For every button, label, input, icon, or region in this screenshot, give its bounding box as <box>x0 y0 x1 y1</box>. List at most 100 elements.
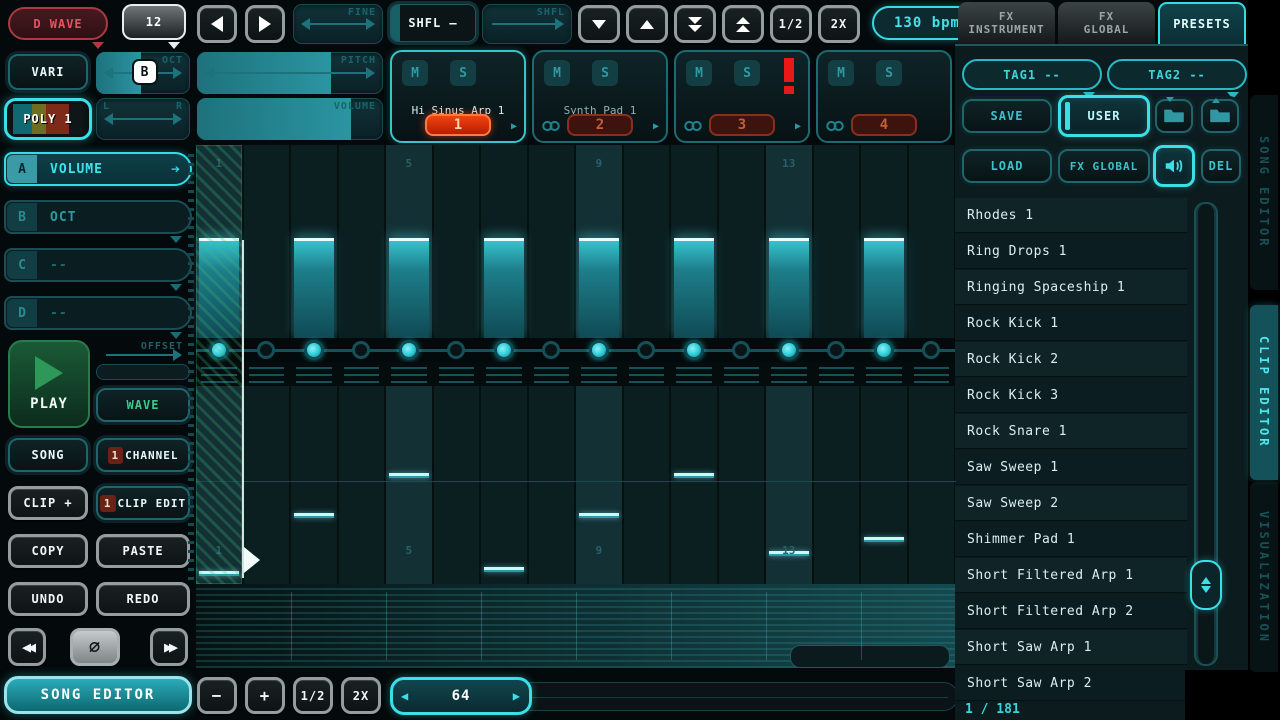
preset-list-item[interactable]: Rock Kick 2 <box>955 342 1187 377</box>
preset-list-item[interactable]: Ring Drops 1 <box>955 234 1187 269</box>
oct-marker[interactable] <box>674 473 714 479</box>
channel-next-icon[interactable]: ▶ <box>795 121 801 132</box>
song-editor-button[interactable]: SONG EDITOR <box>4 676 192 714</box>
lane-select-a[interactable]: A VOLUME ➔ <box>4 152 192 186</box>
preview-button[interactable] <box>1153 145 1195 187</box>
channel-next-icon[interactable]: ▶ <box>653 121 659 132</box>
step-column[interactable] <box>433 386 479 584</box>
offset-slider[interactable]: OFFSET <box>96 338 190 362</box>
vari-button[interactable]: VARI <box>8 54 88 90</box>
tab-fx-global[interactable]: FX GLOBAL <box>1058 2 1155 44</box>
oct-marker[interactable] <box>864 537 904 543</box>
offset-dot[interactable] <box>922 341 941 359</box>
step-column[interactable] <box>338 386 384 584</box>
offset-step[interactable] <box>766 338 812 362</box>
mute-button[interactable]: M <box>828 60 854 86</box>
folder-import-button[interactable] <box>1155 96 1193 133</box>
length-half-button[interactable]: 1/2 <box>293 677 333 714</box>
tab-presets[interactable]: PRESETS <box>1158 2 1246 44</box>
channel-strip-3[interactable]: M S 3 ▶ <box>674 50 810 143</box>
channel-strip-2[interactable]: M S Synth Pad 1 2 ▶ <box>532 50 668 143</box>
step-column[interactable] <box>813 145 859 338</box>
offset-dot[interactable] <box>778 340 799 360</box>
step-left-button[interactable] <box>197 5 237 43</box>
offset-dot[interactable] <box>447 341 466 359</box>
offset-slider-track[interactable] <box>96 364 190 380</box>
grid-overview-strip[interactable] <box>196 584 956 668</box>
offset-step[interactable] <box>291 338 337 362</box>
channel-next-icon[interactable]: ▶ <box>511 121 517 132</box>
clip-edit-button[interactable]: 1 CLIP EDIT <box>96 486 190 520</box>
offset-dot[interactable] <box>827 341 846 359</box>
step-column[interactable] <box>908 145 954 338</box>
delete-button[interactable]: DEL <box>1201 149 1241 183</box>
offset-dot[interactable] <box>493 340 514 360</box>
step-column[interactable] <box>433 145 479 338</box>
wave-count-button[interactable]: 12 <box>122 4 186 40</box>
poly-button[interactable]: POLY 1 <box>4 98 92 140</box>
fx-global-save-button[interactable]: FX GLOBAL <box>1058 149 1150 183</box>
offset-dot[interactable] <box>588 340 609 360</box>
tab-fx-instrument[interactable]: FX INSTRUMENT <box>958 2 1055 44</box>
step-column[interactable] <box>813 386 859 584</box>
side-tab-clip-editor[interactable]: CLIP EDITOR <box>1250 305 1278 480</box>
folder-export-button[interactable] <box>1201 97 1239 133</box>
channel-number-badge[interactable]: 2 <box>567 114 633 136</box>
step-column[interactable]: 5 <box>386 145 432 338</box>
zoom-out-button[interactable]: − <box>197 677 237 714</box>
step-column[interactable] <box>291 386 337 584</box>
undo-button[interactable]: UNDO <box>8 582 88 616</box>
volume-bar[interactable] <box>769 237 809 338</box>
shuffle-toggle-button[interactable]: SHFL – <box>390 4 476 42</box>
mute-button[interactable]: M <box>402 60 428 86</box>
offset-dot[interactable] <box>732 341 751 359</box>
save-button[interactable]: SAVE <box>962 99 1052 133</box>
volume-bar[interactable] <box>864 237 904 338</box>
load-button[interactable]: LOAD <box>962 149 1052 183</box>
solo-button[interactable]: S <box>592 60 618 86</box>
preset-list[interactable]: Rhodes 1 Ring Drops 1 Ringing Spaceship 1 R… <box>955 198 1187 703</box>
preset-list-item[interactable]: Rhodes 1 <box>955 198 1187 233</box>
offset-step[interactable] <box>909 338 955 362</box>
step-column[interactable]: 9 <box>576 386 622 584</box>
preset-list-item[interactable]: Saw Sweep 2 <box>955 486 1187 521</box>
step-column[interactable] <box>528 145 574 338</box>
step-column[interactable] <box>861 386 907 584</box>
volume-bar[interactable] <box>389 237 429 338</box>
solo-button[interactable]: S <box>450 60 476 86</box>
step-column[interactable] <box>718 386 764 584</box>
forward-button[interactable]: ▶▶ <box>150 628 188 666</box>
double-down-button[interactable] <box>674 5 716 43</box>
preset-list-item[interactable]: Rock Kick 3 <box>955 378 1187 413</box>
oct-marker[interactable] <box>484 567 524 573</box>
step-column[interactable] <box>481 145 527 338</box>
offset-step[interactable] <box>576 338 622 362</box>
octave-down-button[interactable] <box>578 5 620 43</box>
zoom-in-button[interactable]: + <box>245 677 285 714</box>
step-right-button[interactable] <box>245 5 285 43</box>
sequencer-grid[interactable]: 15913 15913 <box>196 145 956 668</box>
channel-number-badge[interactable]: 3 <box>709 114 775 136</box>
clip-add-button[interactable]: CLIP + <box>8 486 88 520</box>
offset-step[interactable] <box>434 338 480 362</box>
wave-view-button[interactable]: WAVE <box>96 388 190 422</box>
oct-lane[interactable]: 15913 <box>196 386 956 584</box>
fine-slider[interactable]: FINE <box>293 4 383 44</box>
preset-list-item[interactable]: Short Saw Arp 1 <box>955 630 1187 665</box>
offset-dot[interactable] <box>398 340 419 360</box>
preset-list-item[interactable]: Short Filtered Arp 2 <box>955 594 1187 629</box>
offset-step[interactable] <box>244 338 290 362</box>
offset-dot[interactable] <box>542 341 561 359</box>
preset-list-item[interactable]: Rock Kick 1 <box>955 306 1187 341</box>
offset-step[interactable] <box>719 338 765 362</box>
oct-marker[interactable] <box>579 512 619 518</box>
tempo-double-button[interactable]: 2X <box>818 5 860 43</box>
wave-select-button[interactable]: D WAVE <box>8 7 108 40</box>
offset-step[interactable] <box>861 338 907 362</box>
channel-strip-1[interactable]: M S Hi Sinus Arp 1 1 ▶ <box>390 50 526 143</box>
offset-step[interactable] <box>529 338 575 362</box>
step-column[interactable]: 9 <box>576 145 622 338</box>
lane-select-c[interactable]: C -- <box>4 248 192 282</box>
offset-dot[interactable] <box>257 341 276 359</box>
solo-button[interactable]: S <box>876 60 902 86</box>
